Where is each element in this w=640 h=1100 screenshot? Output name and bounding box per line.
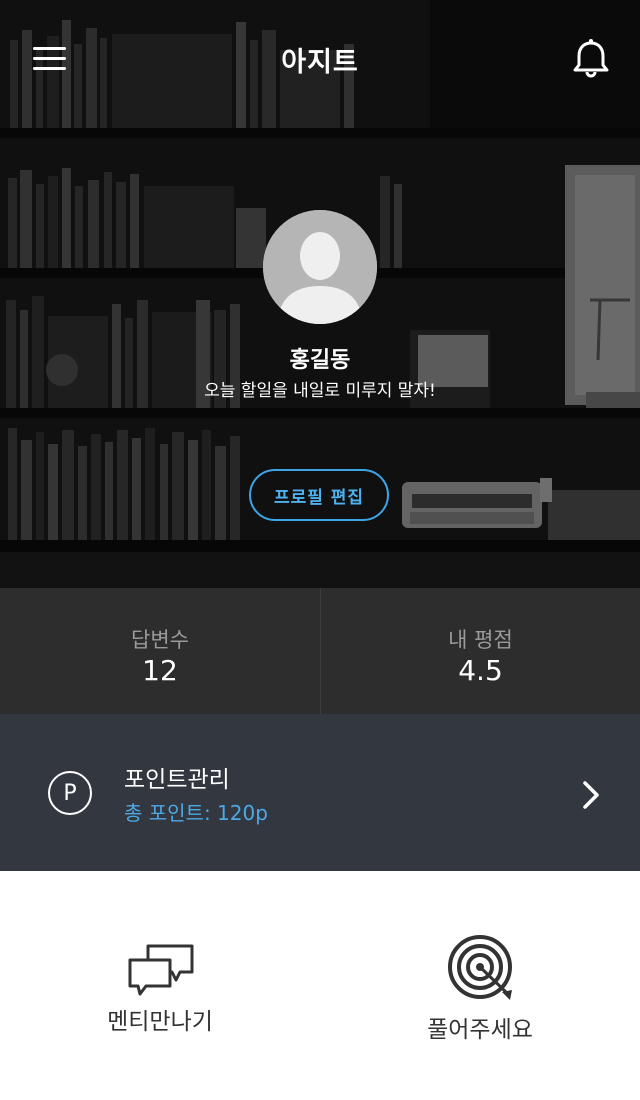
default-user-avatar-icon bbox=[263, 210, 377, 324]
stat-label: 내 평점 bbox=[448, 628, 513, 652]
points-title: 포인트관리 bbox=[124, 767, 230, 793]
chat-bubbles-icon bbox=[128, 944, 194, 996]
top-app-bar: 아지트 bbox=[0, 0, 640, 120]
avatar[interactable] bbox=[263, 210, 377, 324]
stat-value: 12 bbox=[142, 654, 178, 687]
stat-label: 답변수 bbox=[131, 628, 189, 652]
stats-bar: 답변수 12 내 평점 4.5 bbox=[0, 588, 640, 714]
user-name: 홍길동 bbox=[289, 348, 351, 373]
solve-request-label: 풀어주세요 bbox=[427, 1017, 533, 1043]
points-icon: P bbox=[48, 771, 92, 815]
points-total: 총 포인트: 120p bbox=[124, 801, 268, 825]
edit-profile-button[interactable]: 프로필 편집 bbox=[249, 469, 389, 521]
target-icon bbox=[448, 935, 512, 1000]
stat-answers: 답변수 12 bbox=[0, 588, 320, 714]
profile-hero: 아지트 홍길동 오늘 할일을 내일로 미루지 말자! 프로필 편집 bbox=[0, 0, 640, 588]
bottom-menu bbox=[0, 871, 640, 1100]
chevron-right-icon[interactable] bbox=[578, 778, 604, 812]
stat-rating: 내 평점 4.5 bbox=[320, 588, 640, 714]
bell-icon[interactable] bbox=[570, 38, 612, 80]
page-title: 아지트 bbox=[281, 47, 359, 78]
stat-value: 4.5 bbox=[458, 654, 503, 687]
status-message: 오늘 할일을 내일로 미루지 말자! bbox=[204, 381, 436, 401]
points-management-row[interactable] bbox=[0, 714, 640, 871]
meet-mentee-label: 멘티만나기 bbox=[107, 1009, 213, 1035]
